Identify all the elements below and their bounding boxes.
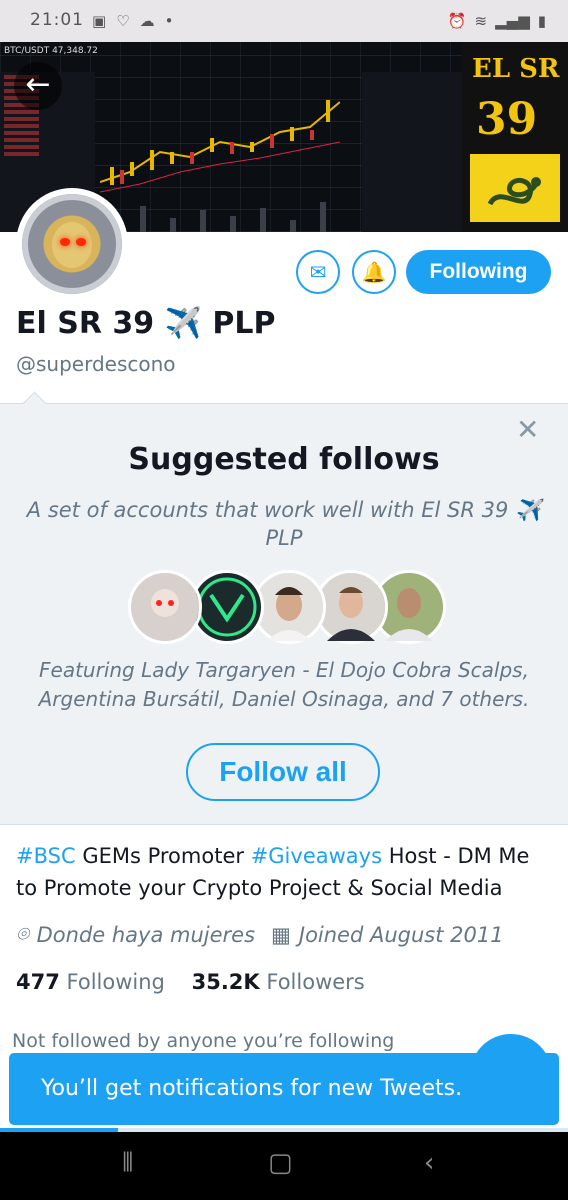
suggested-description: A set of accounts that work well with El… — [26, 498, 542, 550]
banner-candlestick-chart — [100, 100, 340, 232]
cloud-icon: ☁ — [139, 12, 155, 30]
signal-icon: ▂▄▆ — [495, 12, 530, 30]
profile-name: El SR 39 ✈️ PLP — [16, 306, 276, 341]
profile-avatar[interactable] — [16, 188, 128, 300]
wifi-icon: ≋ — [474, 12, 488, 30]
mail-icon: ✉ — [309, 260, 327, 284]
banner-market-panel — [362, 72, 462, 232]
followers-link[interactable]: 35.2K Followers — [192, 970, 365, 994]
home-icon[interactable]: ▢ — [268, 1148, 293, 1178]
profile-joined: Joined August 2011 — [298, 922, 504, 947]
suggested-avatar[interactable] — [128, 570, 202, 644]
following-link[interactable]: 477 Following — [16, 970, 165, 994]
banner-pair: BTC/USDT 47,348.72 — [4, 46, 98, 56]
profile-bio: #BSC GEMs Promoter #Giveaways Host - DM … — [16, 844, 530, 900]
bell-check-icon: 🔔 — [361, 260, 387, 284]
suggested-title: Suggested follows — [128, 442, 440, 477]
follow-all-button[interactable]: Follow all — [186, 743, 380, 801]
suggested-avatars — [128, 570, 446, 646]
back-nav-icon[interactable]: ‹ — [424, 1148, 434, 1178]
recent-apps-icon[interactable]: ⦀ — [122, 1148, 133, 1179]
following-button[interactable]: Following — [406, 250, 551, 294]
suggested-follows-panel: ✕ Suggested follows A set of accounts th… — [0, 391, 568, 825]
not-followed-text: Not followed by anyone you’re following — [12, 1030, 395, 1052]
hashtag-link[interactable]: #Giveaways — [251, 844, 382, 868]
system-nav-bar: ⦀ ▢ ‹ — [0, 1132, 568, 1200]
heart-icon: ♡ — [116, 12, 130, 30]
dot-icon: • — [164, 12, 174, 30]
close-icon[interactable]: ✕ — [516, 416, 539, 444]
calendar-icon: ▦ — [271, 922, 291, 947]
location-icon: ⌾ — [16, 922, 29, 946]
hashtag-link[interactable]: #BSC — [16, 844, 76, 868]
notification-toast: You’ll get notifications for new Tweets. — [9, 1053, 559, 1125]
profile-meta: ⌾ Donde haya mujeres ▦ Joined August 201… — [16, 922, 504, 947]
profile-stats: 477 Following 35.2K Followers — [16, 970, 365, 994]
status-time: 21:01 — [30, 10, 84, 30]
alarm-icon: ⏰ — [447, 12, 467, 30]
banner-logo: EL SR 39 — [462, 42, 568, 232]
status-bar: 21:01 ▣ ♡ ☁ • ⏰ ≋ ▂▄▆ ▮ — [0, 0, 568, 42]
gadsden-flag-icon — [470, 154, 560, 222]
suggested-featuring: Featuring Lady Targaryen - El Dojo Cobra… — [38, 658, 530, 711]
image-icon: ▣ — [92, 12, 107, 30]
profile-location: Donde haya mujeres — [36, 922, 256, 947]
message-button[interactable]: ✉ — [296, 250, 340, 294]
back-button[interactable]: ← — [14, 62, 62, 110]
profile-handle: @superdescono — [16, 352, 176, 376]
battery-icon: ▮ — [537, 12, 546, 30]
notifications-button[interactable]: 🔔 — [352, 250, 396, 294]
